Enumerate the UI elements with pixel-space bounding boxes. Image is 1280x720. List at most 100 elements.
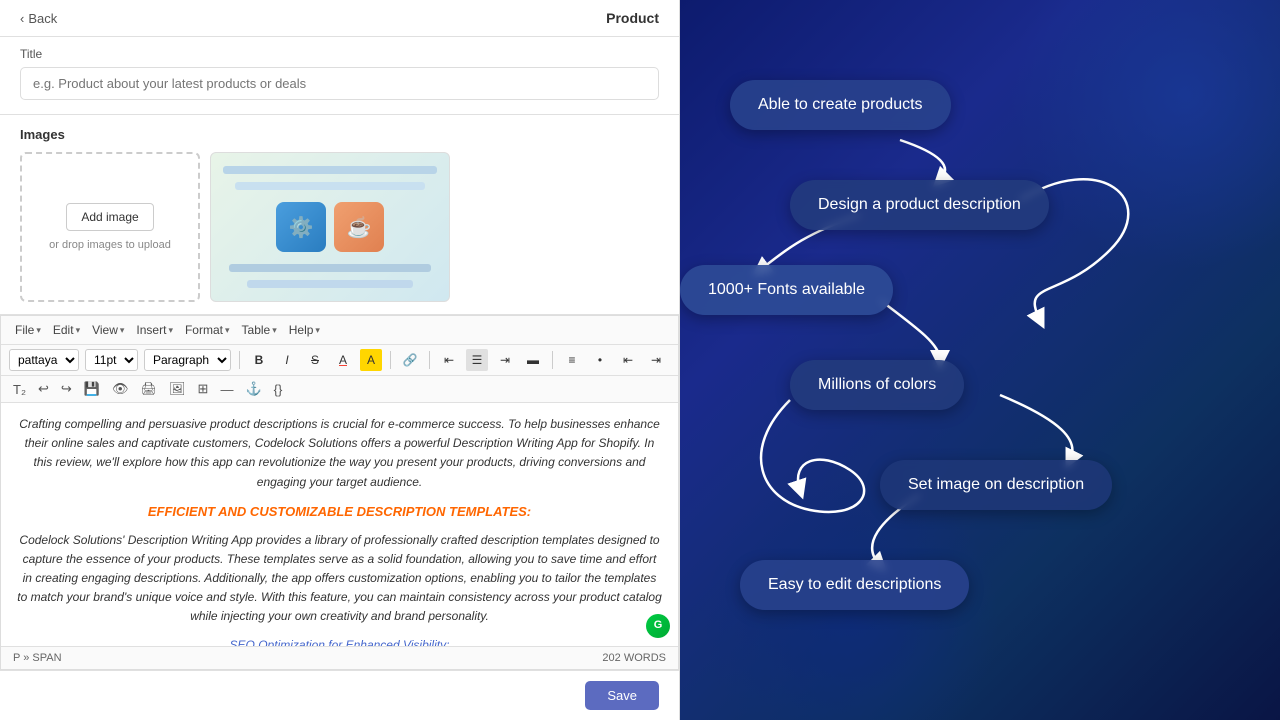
feature-label-colors: Millions of colors bbox=[818, 376, 936, 393]
redo-button[interactable]: ↪ bbox=[57, 379, 76, 399]
menu-help[interactable]: Help ▾ bbox=[283, 321, 326, 339]
editor-path: P » SPAN bbox=[13, 652, 62, 664]
italic-button[interactable]: I bbox=[276, 349, 298, 371]
align-right-button[interactable]: ⇥ bbox=[494, 349, 516, 371]
toolbar-menu: File ▾ Edit ▾ View ▾ Insert ▾ Format ▾ T… bbox=[9, 321, 326, 339]
align-center-button[interactable]: ☰ bbox=[466, 349, 488, 371]
add-image-button[interactable]: Add image bbox=[66, 203, 153, 231]
strikethrough-button[interactable]: S bbox=[304, 349, 326, 371]
feature-label-design: Design a product description bbox=[818, 196, 1021, 213]
back-label: Back bbox=[28, 11, 57, 26]
content-paragraph-2: Codelock Solutions' Description Writing … bbox=[17, 531, 662, 627]
preview-image: ⚙️ ☕ bbox=[210, 152, 450, 302]
editor-menu-bar: File ▾ Edit ▾ View ▾ Insert ▾ Format ▾ T… bbox=[1, 316, 678, 345]
print-button[interactable]: 🖨 bbox=[137, 379, 162, 399]
bold-button[interactable]: B bbox=[248, 349, 270, 371]
insert-image-button[interactable]: 🖼 bbox=[165, 379, 190, 399]
title-label: Title bbox=[20, 47, 659, 61]
content-subheading: SEO Optimization for Enhanced Visibility… bbox=[17, 636, 662, 646]
menu-file[interactable]: File ▾ bbox=[9, 321, 47, 339]
preview-bar-1 bbox=[223, 166, 437, 174]
back-button[interactable]: ‹ Back bbox=[20, 11, 57, 26]
table-button[interactable]: ⊞ bbox=[194, 379, 213, 399]
feature-pill-design: Design a product description bbox=[790, 180, 1049, 230]
preview-icon-gear: ⚙️ bbox=[276, 202, 326, 252]
panel-footer: Save bbox=[0, 670, 679, 720]
menu-edit[interactable]: Edit ▾ bbox=[47, 321, 86, 339]
features-container: Able to create products Design a product… bbox=[680, 0, 1280, 720]
size-select[interactable]: 11pt bbox=[85, 349, 138, 371]
align-left-button[interactable]: ⇤ bbox=[438, 349, 460, 371]
highlight-button[interactable]: A bbox=[360, 349, 382, 371]
menu-view[interactable]: View ▾ bbox=[86, 321, 130, 339]
title-input[interactable] bbox=[20, 67, 659, 100]
feature-pill-create: Able to create products bbox=[730, 80, 951, 130]
feature-pill-colors: Millions of colors bbox=[790, 360, 964, 410]
preview-icon-coffee: ☕ bbox=[334, 202, 384, 252]
menu-format[interactable]: Format ▾ bbox=[179, 321, 236, 339]
view-caret: ▾ bbox=[120, 325, 125, 336]
feature-pill-image: Set image on description bbox=[880, 460, 1112, 510]
insert-caret: ▾ bbox=[168, 325, 173, 336]
images-section: Images Add image or drop images to uploa… bbox=[0, 115, 679, 315]
feature-pill-edit: Easy to edit descriptions bbox=[740, 560, 969, 610]
subscript-button[interactable]: T₂ bbox=[9, 380, 30, 399]
upload-box[interactable]: Add image or drop images to upload bbox=[20, 152, 200, 302]
indent-button[interactable]: ⇥ bbox=[645, 349, 667, 371]
editor-section: File ▾ Edit ▾ View ▾ Insert ▾ Format ▾ T… bbox=[0, 315, 679, 670]
preview-bar-2 bbox=[235, 182, 425, 190]
table-caret: ▾ bbox=[272, 325, 277, 336]
content-heading: Efficient and Customizable Description T… bbox=[17, 502, 662, 523]
word-count: 202 WORDS bbox=[602, 652, 666, 664]
drop-text: or drop images to upload bbox=[49, 239, 171, 251]
preview-bar-4 bbox=[247, 280, 414, 288]
save-button[interactable]: Save bbox=[585, 681, 659, 710]
feature-label-edit: Easy to edit descriptions bbox=[768, 576, 941, 593]
feature-label-fonts: 1000+ Fonts available bbox=[708, 281, 865, 298]
title-section: Title bbox=[0, 37, 679, 115]
panel-header: ‹ Back Product bbox=[0, 0, 679, 37]
editor-extra-bar: T₂ ↩ ↪ 💾 👁 🖨 🖼 ⊞ — ⚓ {} bbox=[1, 376, 678, 403]
right-panel: Able to create products Design a product… bbox=[680, 0, 1280, 720]
editor-format-bar: pattaya 11pt Paragraph B I S A A 🔗 ⇤ ☰ ⇥… bbox=[1, 345, 678, 376]
help-caret: ▾ bbox=[315, 325, 320, 336]
preview-button[interactable]: 👁 bbox=[108, 379, 133, 399]
grammarly-button[interactable]: G bbox=[646, 614, 670, 638]
preview-bar-3 bbox=[229, 264, 431, 272]
editor-footer: P » SPAN 202 WORDS bbox=[1, 646, 678, 669]
images-label: Images bbox=[20, 127, 659, 142]
link-button[interactable]: 🔗 bbox=[399, 349, 421, 371]
align-justify-button[interactable]: ▬ bbox=[522, 349, 544, 371]
preview-icons-row: ⚙️ ☕ bbox=[276, 202, 384, 252]
separator-2 bbox=[390, 351, 391, 369]
separator-4 bbox=[552, 351, 553, 369]
format-caret: ▾ bbox=[225, 325, 230, 336]
page-title: Product bbox=[606, 10, 659, 26]
paragraph-select[interactable]: Paragraph bbox=[144, 349, 231, 371]
undo-button[interactable]: ↩ bbox=[34, 379, 53, 399]
menu-insert[interactable]: Insert ▾ bbox=[130, 321, 179, 339]
menu-table[interactable]: Table ▾ bbox=[236, 321, 283, 339]
list-unordered-button[interactable]: • bbox=[589, 349, 611, 371]
back-chevron: ‹ bbox=[20, 11, 24, 26]
code-button[interactable]: {} bbox=[270, 380, 287, 399]
feature-pill-fonts: 1000+ Fonts available bbox=[680, 265, 893, 315]
save-draft-button[interactable]: 💾 bbox=[80, 379, 104, 399]
images-row: Add image or drop images to upload ⚙️ ☕ bbox=[20, 152, 659, 302]
separator-1 bbox=[239, 351, 240, 369]
editor-content[interactable]: Crafting compelling and persuasive produ… bbox=[1, 403, 678, 646]
feature-label-image: Set image on description bbox=[908, 476, 1084, 493]
font-select[interactable]: pattaya bbox=[9, 349, 79, 371]
feature-label-create: Able to create products bbox=[758, 96, 923, 113]
outdent-button[interactable]: ⇤ bbox=[617, 349, 639, 371]
preview-image-inner: ⚙️ ☕ bbox=[211, 153, 449, 301]
anchor-button[interactable]: ⚓ bbox=[241, 379, 265, 399]
font-color-button[interactable]: A bbox=[332, 349, 354, 371]
horizontal-rule-button[interactable]: — bbox=[216, 380, 237, 399]
list-ordered-button[interactable]: ≡ bbox=[561, 349, 583, 371]
edit-caret: ▾ bbox=[76, 325, 81, 336]
file-caret: ▾ bbox=[36, 325, 41, 336]
separator-3 bbox=[429, 351, 430, 369]
left-panel: ‹ Back Product Title Images Add image or… bbox=[0, 0, 680, 720]
content-paragraph-1: Crafting compelling and persuasive produ… bbox=[17, 415, 662, 492]
